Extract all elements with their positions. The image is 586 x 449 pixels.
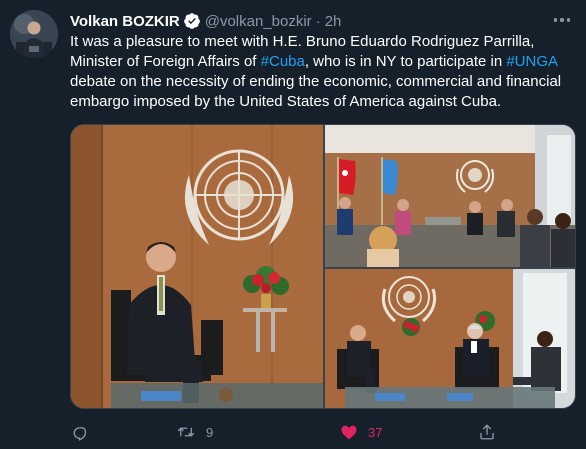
reply-button[interactable] <box>72 420 90 444</box>
share-button[interactable] <box>478 420 496 444</box>
like-count: 37 <box>368 424 383 440</box>
retweet-button[interactable]: 9 <box>176 420 213 444</box>
share-icon <box>478 423 496 441</box>
more-options-icon[interactable] <box>550 12 574 28</box>
avatar[interactable] <box>10 10 58 58</box>
photo-meeting-discussion[interactable] <box>325 269 575 408</box>
retweet-count: 9 <box>206 424 214 440</box>
tweet[interactable]: Volkan BOZKIR @volkan_bozkir · 2h It was… <box>0 0 586 449</box>
comment-icon <box>72 423 90 441</box>
photo-minister-seated[interactable] <box>71 125 323 408</box>
tweet-text: It was a pleasure to meet with H.E. Brun… <box>70 32 570 112</box>
tweet-text-part: , who is in NY to participate in <box>304 53 507 70</box>
tweet-header: Volkan BOZKIR @volkan_bozkir · 2h <box>70 10 341 32</box>
separator-dot: · <box>315 12 321 30</box>
tweet-text-part: debate on the necessity of ending the ec… <box>70 73 562 110</box>
retweet-icon <box>176 423 196 441</box>
author-name[interactable]: Volkan BOZKIR <box>70 13 180 30</box>
hashtag-link[interactable]: #Cuba <box>261 53 305 70</box>
heart-filled-icon <box>340 423 358 441</box>
verified-badge-icon <box>183 12 201 30</box>
author-handle[interactable]: @volkan_bozkir <box>205 13 312 30</box>
like-button[interactable]: 37 <box>340 420 382 444</box>
tweet-timestamp[interactable]: 2h <box>325 13 342 30</box>
hashtag-link[interactable]: #UNGA <box>506 53 557 70</box>
media-grid <box>70 124 576 409</box>
tweet-actions: 9 37 <box>60 420 530 444</box>
photo-meeting-room-wide[interactable] <box>325 125 575 267</box>
